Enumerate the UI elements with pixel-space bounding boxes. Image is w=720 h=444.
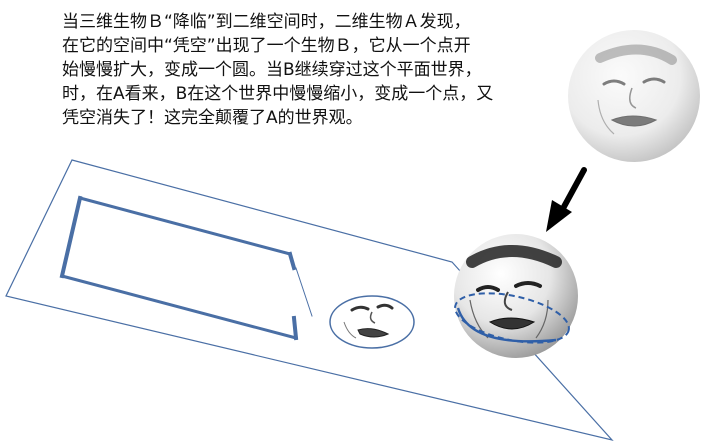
description-line-3: 始慢慢扩大，变成一个圆。当B继续穿过这个平面世界， xyxy=(62,60,482,80)
description-line-1: 当三维生物Ｂ“降临”到二维空间时，二维生物Ａ发现， xyxy=(62,12,471,32)
creature-a-gap-line xyxy=(295,267,313,317)
upper-sphere xyxy=(568,30,700,162)
creature-a-outline xyxy=(59,195,313,341)
creature-a-left-edge xyxy=(59,195,83,279)
lower-sphere xyxy=(454,234,578,358)
down-left-arrow-icon xyxy=(546,167,587,232)
description-text: 当三维生物Ｂ“降临”到二维空间时，二维生物Ａ发现， 在它的空间中“凭空”出现了一… xyxy=(62,10,532,130)
description-line-5: 凭空消失了！这完全颠覆了A的世界观。 xyxy=(62,108,363,128)
flat-face xyxy=(329,295,415,349)
creature-a-bottom-edge xyxy=(60,274,298,340)
description-line-2: 在它的空间中“凭空”出现了一个生物Ｂ，它从一个点开 xyxy=(62,36,471,56)
creature-a-right-upper xyxy=(287,251,297,271)
creature-a-right-lower xyxy=(291,315,299,341)
creature-a-top-edge xyxy=(78,196,292,256)
description-line-4: 时，在A看来，B在这个世界中慢慢缩小，变成一个点，又 xyxy=(62,84,494,104)
